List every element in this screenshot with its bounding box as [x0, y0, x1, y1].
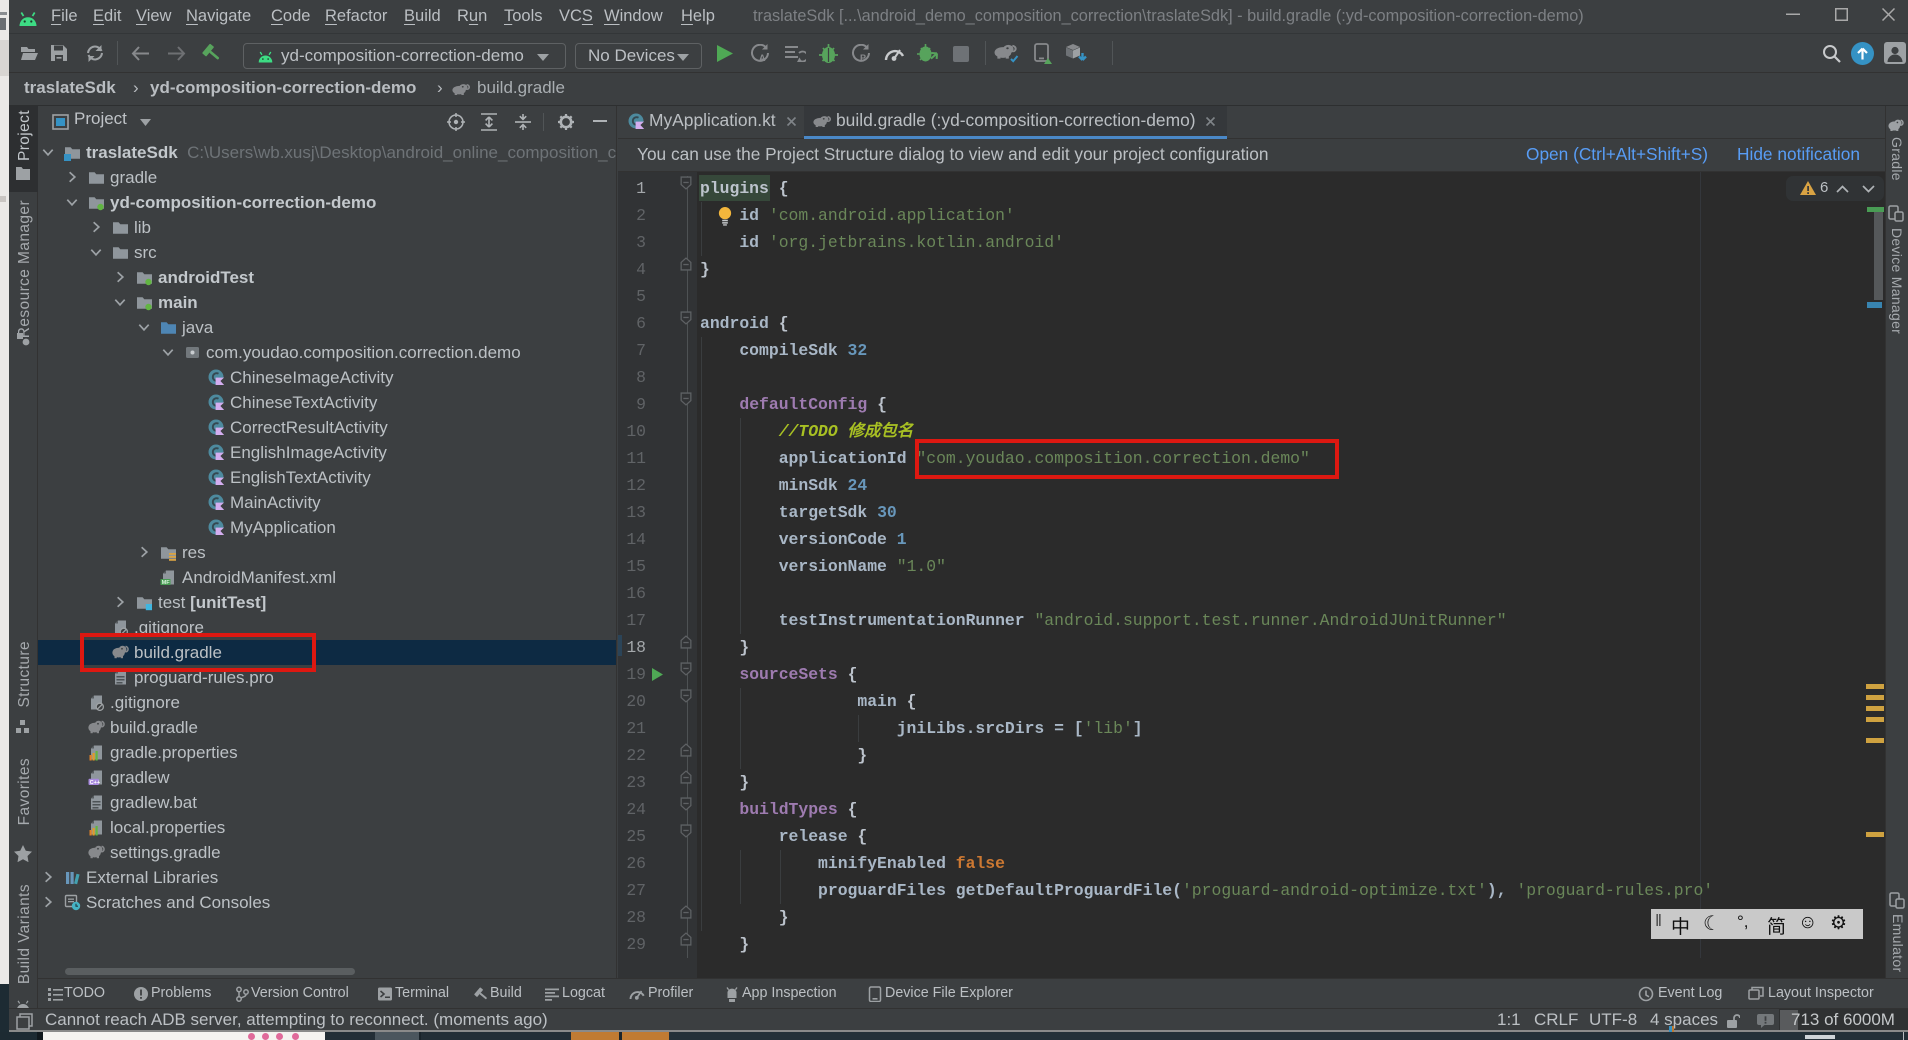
svg-text:A: A: [759, 53, 766, 63]
svg-text:C++: C++: [90, 780, 101, 786]
svg-text:P: P: [860, 53, 866, 63]
svg-text:MF: MF: [162, 580, 171, 586]
